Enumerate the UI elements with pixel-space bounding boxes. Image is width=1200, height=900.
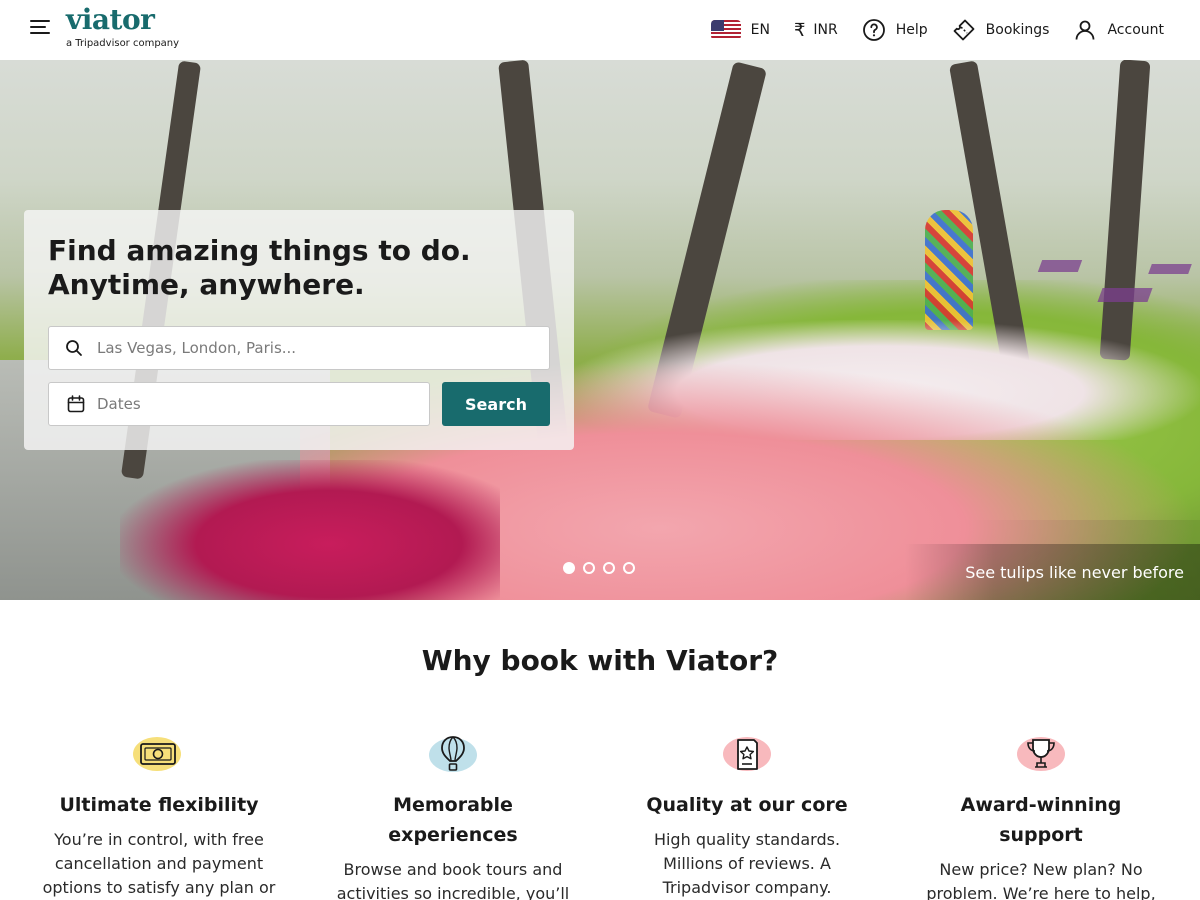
carousel-dot[interactable] — [623, 562, 635, 574]
hero-caption-text: See tulips like never before — [965, 562, 1184, 582]
location-search-input[interactable] — [97, 339, 497, 357]
feature-text: You’re in control, with free cancellatio… — [42, 830, 276, 897]
help-icon — [862, 18, 886, 42]
features-row: Ultimate flexibility You’re in control, … — [12, 734, 1188, 900]
hero-headline: Find amazing things to do. Anytime, anyw… — [48, 234, 471, 301]
feature-title: Quality at our core — [646, 794, 848, 816]
rupee-icon: ₹ — [793, 19, 806, 41]
balloon-icon — [334, 734, 572, 774]
feature-card: Quality at our core High quality standar… — [600, 734, 894, 900]
search-button[interactable]: Search — [442, 382, 550, 426]
feature-title: Ultimate flexibility — [59, 794, 259, 816]
carousel-dot[interactable] — [563, 562, 575, 574]
hero-bg-flower-sculpture — [925, 210, 973, 330]
why-section-title: Why book with Viator? — [421, 644, 779, 677]
currency-label: INR — [813, 22, 838, 38]
feature-title: Memorable experiences — [388, 794, 518, 846]
hero-bg-flower-bed — [1097, 288, 1153, 302]
viator-logo[interactable]: viator a Tripadvisor company — [66, 4, 179, 50]
hero-caption[interactable]: See tulips like never before — [905, 544, 1200, 600]
search-icon — [65, 339, 83, 357]
dates-input[interactable] — [97, 395, 429, 413]
menu-icon[interactable] — [30, 20, 50, 38]
hero-banner: Find amazing things to do. Anytime, anyw… — [0, 60, 1200, 600]
carousel-dot[interactable] — [603, 562, 615, 574]
dates-field[interactable] — [48, 382, 430, 426]
feature-card: Ultimate flexibility You’re in control, … — [12, 734, 306, 900]
feature-text: Browse and book tours and activities so … — [336, 860, 570, 900]
feature-text: High quality standards. Millions of revi… — [653, 830, 841, 897]
help-link[interactable]: Help — [862, 18, 928, 42]
logo-text: viator — [66, 3, 155, 36]
us-flag-icon — [710, 20, 741, 40]
currency-selector[interactable]: ₹ INR — [794, 20, 838, 41]
ticket-icon — [952, 18, 976, 42]
language-label: EN — [750, 22, 770, 38]
carousel-dots — [563, 562, 643, 574]
location-search-field[interactable] — [48, 326, 550, 370]
bookings-link[interactable]: Bookings — [952, 18, 1050, 42]
account-label: Account — [1107, 22, 1164, 38]
feature-title: Award-winning support — [960, 794, 1122, 846]
calendar-icon — [67, 395, 85, 413]
feature-text: New price? New plan? No problem. We’re h… — [926, 860, 1156, 900]
header-nav: EN ₹ INR Help Bookings Account — [710, 0, 1164, 60]
hero-bg-flower-bed — [1037, 260, 1083, 272]
bookings-label: Bookings — [985, 22, 1050, 38]
quality-badge-icon — [628, 734, 866, 774]
account-link[interactable]: Account — [1073, 18, 1164, 42]
carousel-dot[interactable] — [583, 562, 595, 574]
language-selector[interactable]: EN — [710, 20, 770, 40]
top-header: viator a Tripadvisor company EN ₹ INR He… — [0, 0, 1200, 60]
user-icon — [1073, 18, 1097, 42]
money-icon — [40, 734, 278, 774]
search-panel: Find amazing things to do. Anytime, anyw… — [24, 210, 574, 450]
logo-subtitle: a Tripadvisor company — [66, 38, 180, 49]
hero-bg-flower-bed — [1148, 264, 1192, 274]
feature-card: Award-winning support New price? New pla… — [894, 734, 1188, 900]
feature-card: Memorable experiences Browse and book to… — [306, 734, 600, 900]
trophy-icon — [922, 734, 1160, 774]
hero-bg-magenta-hyacinths — [120, 460, 500, 600]
help-label: Help — [895, 22, 928, 38]
